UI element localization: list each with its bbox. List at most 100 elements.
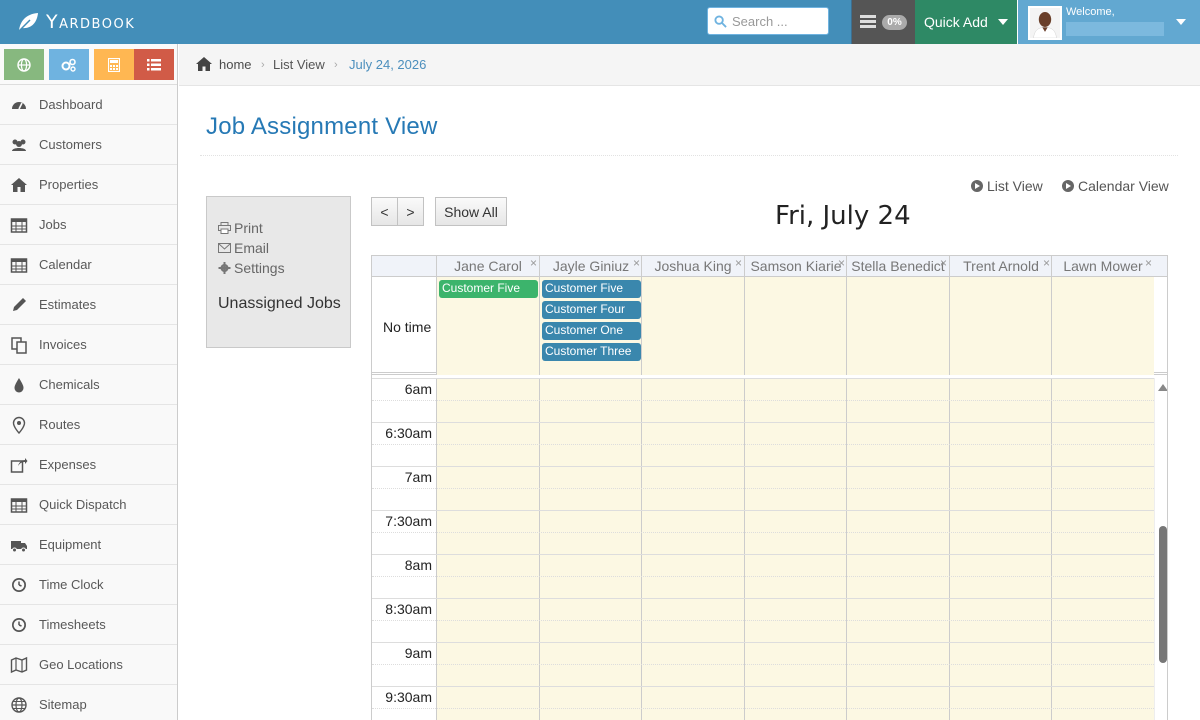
- users-icon: [10, 136, 28, 154]
- time-label: 9:30am: [385, 689, 432, 705]
- sidebar-item-time-clock[interactable]: Time Clock: [0, 565, 177, 605]
- scrollbar-thumb[interactable]: [1159, 526, 1167, 663]
- sidebar-item-chemicals[interactable]: Chemicals: [0, 365, 177, 405]
- sidebar-item-customers[interactable]: Customers: [0, 125, 177, 165]
- map-icon: [10, 656, 28, 674]
- sidebar-item-label: Quick Dispatch: [39, 497, 127, 512]
- sidebar-item-invoices[interactable]: Invoices: [0, 325, 177, 365]
- close-icon[interactable]: ×: [735, 256, 742, 270]
- scroll-up-arrow-icon[interactable]: [1158, 384, 1167, 391]
- shortcut-list-button[interactable]: [134, 49, 174, 80]
- settings-label: Settings: [234, 260, 285, 276]
- no-time-label: No time: [383, 319, 432, 335]
- next-day-button[interactable]: >: [397, 197, 424, 226]
- day-column-trent-arnold[interactable]: [949, 378, 1052, 720]
- job-event[interactable]: Customer Four: [542, 301, 641, 319]
- settings-link[interactable]: Settings: [218, 260, 285, 276]
- sidebar-item-timesheets[interactable]: Timesheets: [0, 605, 177, 645]
- close-icon[interactable]: ×: [838, 256, 845, 270]
- close-icon[interactable]: ×: [1145, 256, 1152, 270]
- sidebar-item-jobs[interactable]: Jobs: [0, 205, 177, 245]
- column-header-trent-arnold: Trent Arnold ×: [949, 256, 1052, 277]
- sidebar-item-quick-dispatch[interactable]: Quick Dispatch: [0, 485, 177, 525]
- time-slot-line: [372, 466, 1154, 467]
- sidebar-item-sitemap[interactable]: Sitemap: [0, 685, 177, 720]
- search-box[interactable]: [707, 7, 829, 35]
- sidebar-item-label: Geo Locations: [39, 657, 123, 672]
- sidebar-item-dashboard[interactable]: Dashboard: [0, 85, 177, 125]
- column-header-name: Jayle Giniuz: [552, 258, 630, 274]
- calendar-icon: [10, 216, 28, 234]
- email-link[interactable]: Email: [218, 240, 269, 256]
- job-event[interactable]: Customer Five: [439, 280, 538, 298]
- no-time-cell[interactable]: Customer Five: [436, 277, 539, 375]
- sidebar-item-equipment[interactable]: Equipment: [0, 525, 177, 565]
- print-link[interactable]: Print: [218, 220, 263, 236]
- column-header-name: Jane Carol: [454, 258, 522, 274]
- breadcrumb-home[interactable]: home: [195, 56, 252, 72]
- prev-day-button[interactable]: <: [371, 197, 398, 226]
- day-column-samson-kiarie[interactable]: [744, 378, 847, 720]
- close-icon[interactable]: ×: [1043, 256, 1050, 270]
- clock-icon: [10, 616, 28, 634]
- sidebar-item-label: Expenses: [39, 457, 97, 472]
- time-grid[interactable]: 6am 6:30am 7am 7:30am 8am 8:30am 9am 9:30am: [372, 378, 1154, 720]
- no-time-cell[interactable]: [744, 277, 847, 375]
- no-time-cell[interactable]: [846, 277, 949, 375]
- breadcrumb-list-view[interactable]: List View: [273, 57, 325, 72]
- arrow-circle-right-icon: [971, 180, 983, 192]
- time-slot-line: [372, 444, 1154, 445]
- no-time-cell[interactable]: Customer Five Customer Four Customer One Cu…: [539, 277, 642, 375]
- no-time-cell[interactable]: [949, 277, 1052, 375]
- app-logo[interactable]: Yardbook: [16, 8, 135, 36]
- sidebar-item-routes[interactable]: Routes: [0, 405, 177, 445]
- no-time-cell[interactable]: [641, 277, 744, 375]
- shortcut-calculator-button[interactable]: [94, 49, 134, 80]
- user-menu[interactable]: Welcome,: [1017, 0, 1200, 44]
- sidebar-item-calendar[interactable]: Calendar: [0, 245, 177, 285]
- dashboard-icon: [10, 96, 28, 114]
- calendar-view-link[interactable]: Calendar View: [1062, 178, 1169, 194]
- close-icon[interactable]: ×: [633, 256, 640, 270]
- assignment-calendar: Jane Carol × Jayle Giniuz × Joshua King × Sams…: [371, 255, 1168, 720]
- calendar-scrollbar[interactable]: [1154, 378, 1167, 720]
- time-slot-line: [372, 642, 1154, 643]
- share-icon: [10, 456, 28, 474]
- sidebar-item-geo-locations[interactable]: Geo Locations: [0, 645, 177, 685]
- shortcut-globe-button[interactable]: [4, 49, 44, 80]
- sidebar-item-estimates[interactable]: Estimates: [0, 285, 177, 325]
- time-slot-line: [372, 400, 1154, 401]
- droplet-icon: [10, 376, 28, 394]
- calendar-header: Jane Carol × Jayle Giniuz × Joshua King × Sams…: [372, 256, 1167, 277]
- sidebar-item-label: Customers: [39, 137, 102, 152]
- sidebar-item-expenses[interactable]: Expenses: [0, 445, 177, 485]
- tasks-button[interactable]: 0%: [851, 0, 915, 44]
- day-column-lawn-mower[interactable]: [1051, 378, 1154, 720]
- envelope-icon: [218, 243, 231, 253]
- arrow-circle-right-icon: [1062, 180, 1074, 192]
- sidebar-item-properties[interactable]: Properties: [0, 165, 177, 205]
- show-all-button[interactable]: Show All: [435, 197, 507, 226]
- print-label: Print: [234, 220, 263, 236]
- close-icon[interactable]: ×: [940, 256, 947, 270]
- job-event[interactable]: Customer Three: [542, 343, 641, 361]
- no-time-cell[interactable]: [1051, 277, 1154, 375]
- list-icon: [147, 58, 161, 70]
- search-input[interactable]: [732, 13, 822, 29]
- calendar-icon: [10, 256, 28, 274]
- list-view-link[interactable]: List View: [971, 178, 1043, 194]
- job-event[interactable]: Customer Five: [542, 280, 641, 298]
- day-column-jayle-giniuz[interactable]: [539, 378, 642, 720]
- job-event[interactable]: Customer One: [542, 322, 641, 340]
- column-header-stella-benedict: Stella Benedict ×: [846, 256, 949, 277]
- quick-add-button[interactable]: Quick Add: [915, 0, 1017, 44]
- shortcut-cogs-button[interactable]: [49, 49, 89, 80]
- day-column-jane-carol[interactable]: [436, 378, 539, 720]
- time-slot-line: [372, 620, 1154, 621]
- day-column-stella-benedict[interactable]: [846, 378, 949, 720]
- breadcrumb: home › List View › July 24, 2026: [179, 44, 1200, 86]
- close-icon[interactable]: ×: [530, 256, 537, 270]
- day-column-joshua-king[interactable]: [641, 378, 744, 720]
- top-navbar: Yardbook 0% Quick Add Welcome,: [0, 0, 1200, 44]
- breadcrumb-home-label: home: [219, 56, 252, 72]
